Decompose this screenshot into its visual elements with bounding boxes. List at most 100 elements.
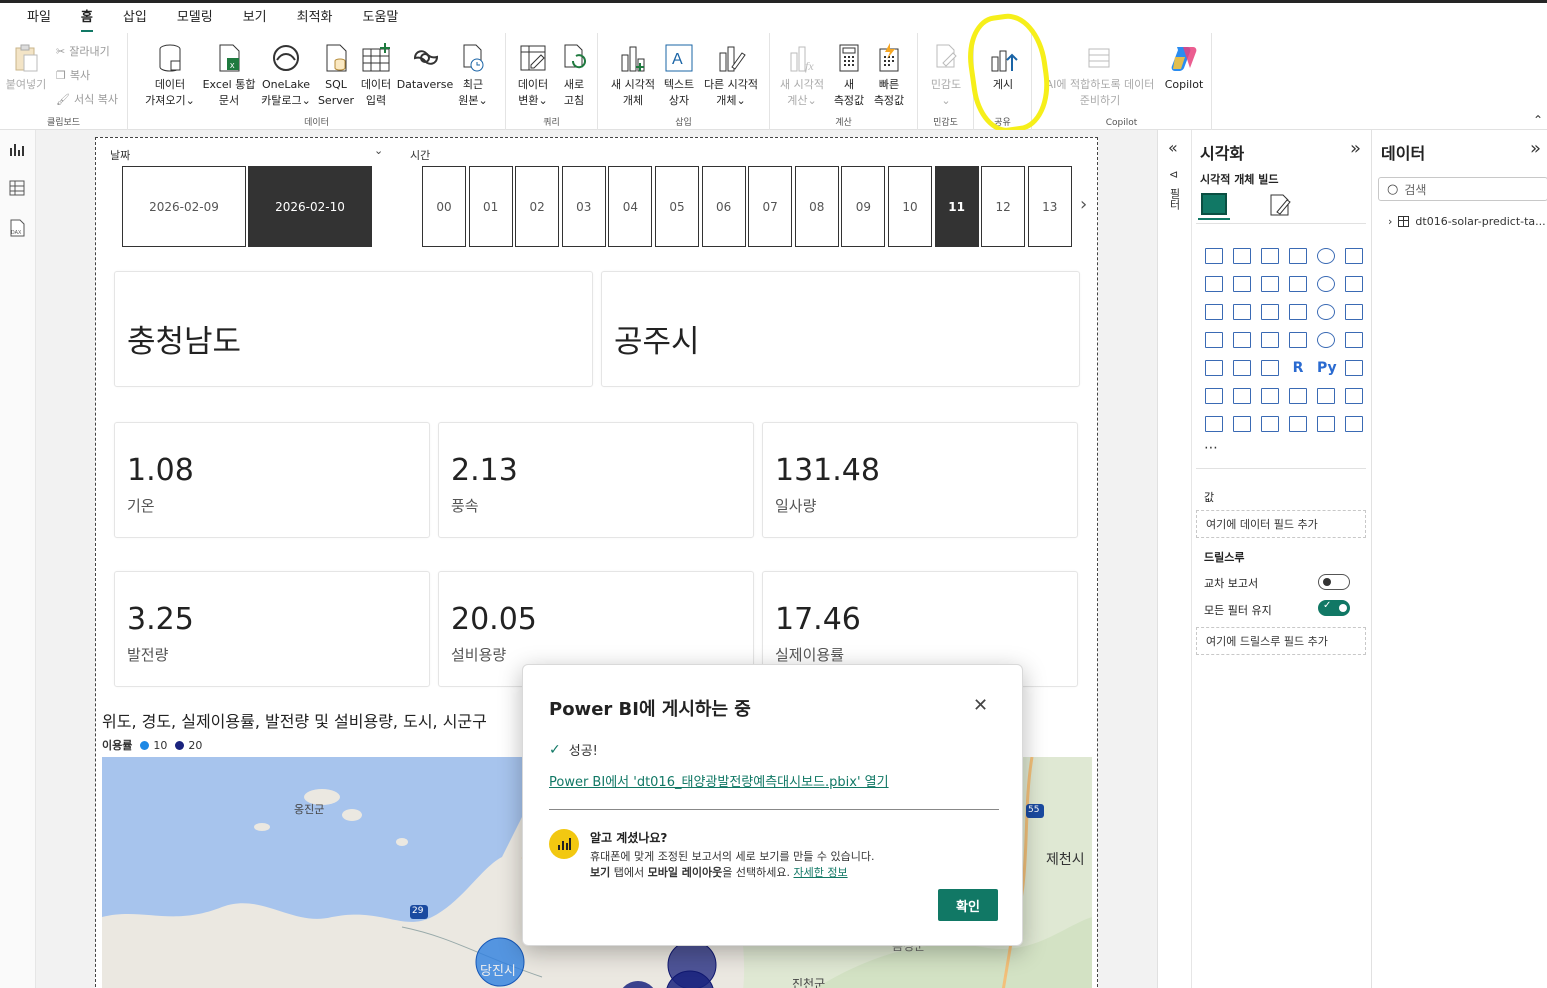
date-option[interactable]: 2026-02-09 <box>122 166 246 247</box>
date-option-selected[interactable]: 2026-02-10 <box>248 166 372 247</box>
report-view-icon[interactable] <box>7 140 27 160</box>
paste-button[interactable]: 붙여넣기 <box>2 41 50 93</box>
visual-power-apps-icon[interactable] <box>1340 382 1368 410</box>
more-visuals-ellipsis[interactable]: ⋯ <box>1204 440 1218 456</box>
sensitivity-button[interactable]: 민감도 ⌄ <box>924 41 968 109</box>
visual-clustered-bar-icon[interactable] <box>1256 242 1284 270</box>
visual-ribbon-icon[interactable] <box>1284 270 1312 298</box>
hour-option[interactable]: 06 <box>701 166 746 247</box>
prep-data-ai-button[interactable]: AI에 적합하도록 데이터 준비하기 <box>1038 41 1162 109</box>
visual-matrix-icon[interactable] <box>1256 354 1284 382</box>
hour-option[interactable]: 05 <box>655 166 699 247</box>
onelake-button[interactable]: OneLake 카탈로그⌄ <box>256 41 316 109</box>
visual-metrics-icon[interactable] <box>1284 382 1312 410</box>
menu-tab[interactable]: 홈 <box>66 3 108 33</box>
filters-strip[interactable]: « ⊲ 필터 <box>1158 130 1192 988</box>
hour-option[interactable]: 12 <box>981 166 1026 247</box>
copilot-button[interactable]: Copilot <box>1160 41 1208 93</box>
visual-arcgis-icon[interactable] <box>1284 410 1312 438</box>
visual-treemap-icon[interactable] <box>1200 326 1228 354</box>
more-visuals-button[interactable]: 다른 시각적 개체⌄ <box>698 41 764 109</box>
hour-option[interactable]: 04 <box>608 166 653 247</box>
hour-option[interactable]: 11 <box>934 166 979 247</box>
collapse-vis-icon[interactable]: » <box>1350 138 1361 159</box>
refresh-button[interactable]: 새로 고침 <box>556 41 592 109</box>
visual-line-icon[interactable] <box>1200 270 1228 298</box>
menu-tab[interactable]: 도움말 <box>348 3 414 33</box>
chevron-right-icon[interactable]: › <box>1080 194 1087 215</box>
sql-server-button[interactable]: SQL Server <box>316 41 356 109</box>
visual-100-bar-icon[interactable] <box>1312 242 1340 270</box>
new-measure-button[interactable]: 새 측정값 <box>830 41 868 109</box>
ok-button[interactable]: 확인 <box>938 889 998 921</box>
visual-image-icon[interactable] <box>1256 410 1284 438</box>
visual-narrative-icon[interactable] <box>1256 382 1284 410</box>
menu-tab[interactable]: 최적화 <box>282 3 348 33</box>
visual-r-visual-icon[interactable]: R <box>1284 354 1312 382</box>
visual-map-icon[interactable] <box>1228 326 1256 354</box>
textbox-button[interactable]: A 텍스트 상자 <box>660 41 698 109</box>
visual-line-clustered-icon[interactable] <box>1228 298 1256 326</box>
copy-button[interactable]: ❐ 복사 <box>56 67 90 83</box>
visual-shape-map-icon[interactable] <box>1312 410 1340 438</box>
visual-stacked-area-icon[interactable] <box>1256 270 1284 298</box>
visual-table-icon[interactable] <box>1228 354 1256 382</box>
visual-line-stacked-icon[interactable] <box>1200 298 1228 326</box>
visual-key-influencers-icon[interactable] <box>1340 354 1368 382</box>
visual-slicer-icon[interactable] <box>1200 354 1228 382</box>
search-box[interactable]: ○ 검색 <box>1378 177 1547 201</box>
visual-power-automate-icon[interactable] <box>1200 410 1228 438</box>
new-visual-calc-button[interactable]: fx 새 시각적 계산⌄ <box>774 41 830 109</box>
hour-option[interactable]: 03 <box>561 166 606 247</box>
menu-tab[interactable]: 파일 <box>12 3 66 33</box>
hour-option[interactable]: 00 <box>422 166 466 247</box>
dax-query-icon[interactable]: DAX <box>7 218 27 238</box>
visual-pie-icon[interactable] <box>1312 298 1340 326</box>
hour-option[interactable]: 07 <box>748 166 793 247</box>
values-well[interactable]: 여기에 데이터 필드 추가 <box>1196 510 1366 538</box>
visual-waterfall-icon[interactable] <box>1312 270 1340 298</box>
visual-line-column-icon[interactable] <box>1340 270 1368 298</box>
cut-button[interactable]: ✂ 잘라내기 <box>56 43 110 59</box>
visual-stacked-column-icon[interactable] <box>1228 242 1256 270</box>
hour-option[interactable]: 01 <box>468 166 513 247</box>
build-tab[interactable] <box>1198 190 1230 220</box>
format-painter-button[interactable]: 🖌 서식 복사 <box>56 91 118 107</box>
visual-more-icon[interactable] <box>1340 410 1368 438</box>
quick-measure-button[interactable]: 빠른 측정값 <box>868 41 910 109</box>
menu-tab[interactable]: 보기 <box>228 3 282 33</box>
keep-filters-toggle[interactable]: ✓ <box>1318 600 1350 616</box>
visual-100-column-icon[interactable] <box>1340 242 1368 270</box>
visual-scatter-icon[interactable] <box>1284 298 1312 326</box>
visual-azure-map-icon[interactable] <box>1228 410 1256 438</box>
visual-python-visual-icon[interactable]: Py <box>1312 354 1340 382</box>
visual-paginated-icon[interactable] <box>1312 382 1340 410</box>
hour-option[interactable]: 02 <box>515 166 560 247</box>
cross-report-toggle[interactable] <box>1318 574 1350 590</box>
enter-data-button[interactable]: 데이터 입력 <box>356 41 396 109</box>
format-tab[interactable] <box>1264 190 1296 220</box>
drillthrough-well[interactable]: 여기에 드릴스루 필드 추가 <box>1196 627 1366 655</box>
table-tree-item[interactable]: › dt016-solar-predict-ta... <box>1388 215 1546 228</box>
chevron-down-icon[interactable]: ⌄ <box>374 144 383 157</box>
hour-option[interactable]: 08 <box>794 166 839 247</box>
hour-option[interactable]: 09 <box>841 166 886 247</box>
visual-qa-icon[interactable] <box>1228 382 1256 410</box>
visual-area-icon[interactable] <box>1228 270 1256 298</box>
visual-stacked-bar-icon[interactable] <box>1200 242 1228 270</box>
visual-clustered-column-icon[interactable] <box>1284 242 1312 270</box>
close-icon[interactable]: ✕ <box>973 695 988 716</box>
collapse-ribbon-icon[interactable]: ⌃ <box>1533 113 1543 127</box>
dataverse-button[interactable]: Dataverse <box>396 41 454 93</box>
visual-filled-map-icon[interactable] <box>1256 326 1284 354</box>
new-visual-button[interactable]: 새 시각적 개체 <box>606 41 660 109</box>
excel-button[interactable]: x Excel 통합 문서 <box>200 41 258 109</box>
collapse-filters-icon[interactable]: « <box>1168 138 1178 157</box>
visual-funnel-icon[interactable] <box>1256 298 1284 326</box>
visual-decomp-tree-icon[interactable] <box>1200 382 1228 410</box>
table-view-icon[interactable] <box>7 178 27 198</box>
get-data-button[interactable]: 데이터 가져오기⌄ <box>138 41 202 109</box>
hour-option[interactable]: 13 <box>1027 166 1072 247</box>
recent-sources-button[interactable]: 최근 원본⌄ <box>452 41 494 109</box>
hour-option[interactable]: 10 <box>888 166 932 247</box>
